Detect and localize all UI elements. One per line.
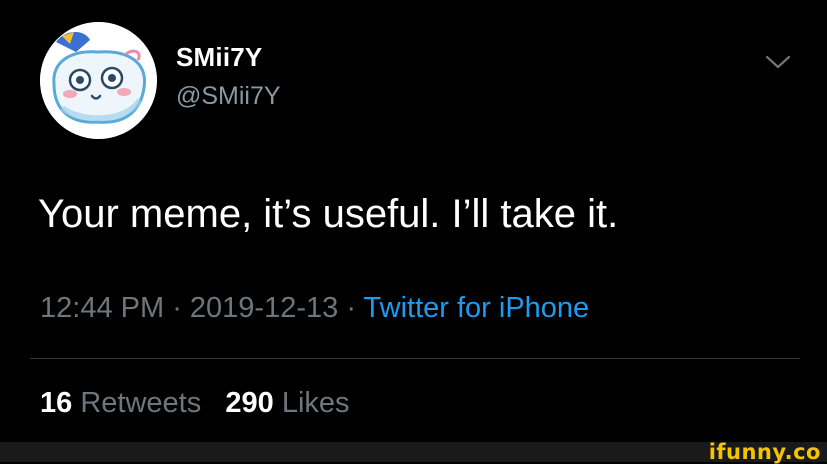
tweet-source-link[interactable]: Twitter for iPhone bbox=[364, 292, 590, 324]
tweet-card: SMii7Y @SMii7Y Your meme, it’s useful. I… bbox=[0, 0, 827, 442]
tweet-metadata: 12:44 PM · 2019-12-13 · Twitter for iPho… bbox=[40, 292, 589, 325]
likes-count: 290 bbox=[225, 387, 274, 419]
retweets-label: Retweets bbox=[80, 387, 202, 419]
retweets-stat[interactable]: 16 Retweets bbox=[40, 387, 201, 419]
chevron-down-icon[interactable] bbox=[764, 53, 792, 71]
ifunny-watermark: ifunny.co bbox=[708, 440, 821, 464]
display-name[interactable]: SMii7Y bbox=[176, 42, 262, 73]
meta-separator: · bbox=[338, 292, 364, 324]
avatar[interactable] bbox=[40, 22, 157, 139]
retweets-count: 16 bbox=[40, 387, 73, 419]
meta-separator: · bbox=[164, 292, 190, 324]
watermark-bar: ifunny.co bbox=[0, 440, 827, 464]
pillow-avatar-icon bbox=[40, 22, 157, 139]
tweet-stats: 16 Retweets 290 Likes bbox=[40, 387, 350, 420]
tweet-time[interactable]: 12:44 PM bbox=[40, 292, 164, 324]
user-handle[interactable]: @SMii7Y bbox=[176, 82, 281, 111]
likes-label: Likes bbox=[281, 387, 350, 419]
tweet-text: Your meme, it’s useful. I’ll take it. bbox=[38, 192, 619, 236]
tweet-date[interactable]: 2019-12-13 bbox=[190, 292, 338, 324]
likes-stat[interactable]: 290 Likes bbox=[225, 387, 349, 419]
divider bbox=[30, 358, 800, 359]
